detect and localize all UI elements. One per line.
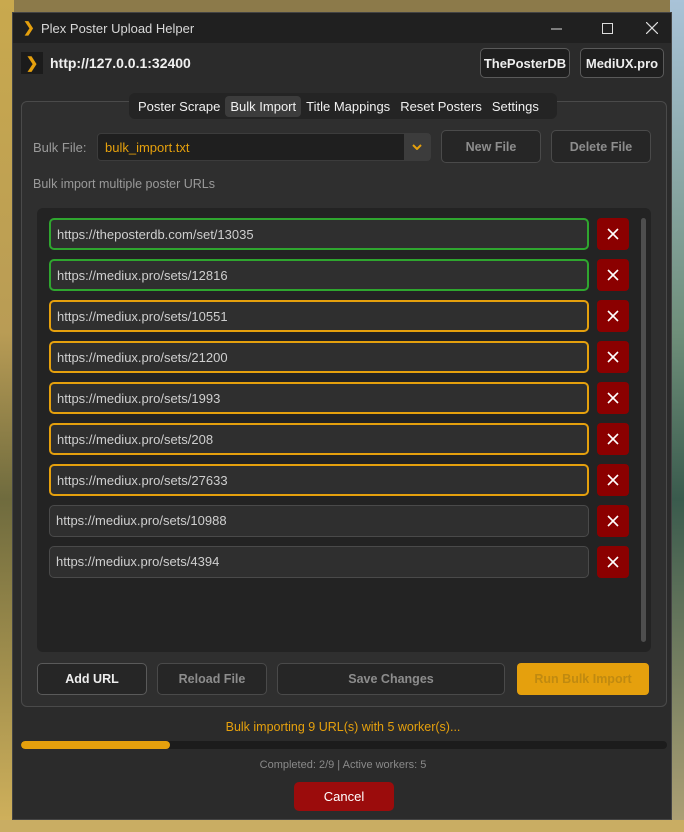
url-value: https://mediux.pro/sets/12816 <box>57 268 228 283</box>
tab-title-mappings[interactable]: Title Mappings <box>301 96 395 117</box>
url-input[interactable]: https://mediux.pro/sets/10988 <box>49 505 589 537</box>
chevron-down-icon[interactable] <box>404 134 430 160</box>
add-url-button[interactable]: Add URL <box>37 663 147 695</box>
url-value: https://mediux.pro/sets/10988 <box>56 513 227 528</box>
close-icon <box>607 556 619 568</box>
url-value: https://mediux.pro/sets/10551 <box>57 309 228 324</box>
status-message: Bulk importing 9 URL(s) with 5 worker(s)… <box>225 720 461 734</box>
close-icon[interactable] <box>629 13 671 43</box>
mediux-button[interactable]: MediUX.pro <box>580 48 664 78</box>
close-icon <box>607 351 619 363</box>
theposterdb-button[interactable]: ThePosterDB <box>480 48 570 78</box>
tab-reset-posters[interactable]: Reset Posters <box>395 96 487 117</box>
cancel-button[interactable]: Cancel <box>294 782 394 811</box>
maximize-icon[interactable] <box>584 13 630 43</box>
url-input[interactable]: https://mediux.pro/sets/208 <box>49 423 589 455</box>
url-value: https://mediux.pro/sets/21200 <box>57 350 228 365</box>
url-value: https://mediux.pro/sets/1993 <box>57 391 221 406</box>
save-changes-button[interactable]: Save Changes <box>277 663 505 695</box>
delete-url-button[interactable] <box>597 218 629 250</box>
delete-url-button[interactable] <box>597 423 629 455</box>
window-title: Plex Poster Upload Helper <box>41 21 195 36</box>
run-bulk-import-button[interactable]: Run Bulk Import <box>517 663 649 695</box>
app-logo-icon: ❯ <box>23 19 35 35</box>
url-input[interactable]: https://mediux.pro/sets/27633 <box>49 464 589 496</box>
minimize-icon[interactable] <box>533 13 579 43</box>
url-list: https://theposterdb.com/set/13035 https:/… <box>37 208 651 652</box>
app-window: ❯ Plex Poster Upload Helper ❯ http://127… <box>12 12 672 820</box>
bulk-file-selected: bulk_import.txt <box>105 140 190 155</box>
tab-settings[interactable]: Settings <box>487 96 544 117</box>
delete-url-button[interactable] <box>597 259 629 291</box>
url-input[interactable]: https://mediux.pro/sets/1993 <box>49 382 589 414</box>
delete-url-button[interactable] <box>597 546 629 578</box>
close-icon <box>607 310 619 322</box>
delete-url-button[interactable] <box>597 300 629 332</box>
bulk-file-label: Bulk File: <box>33 140 87 155</box>
url-input[interactable]: https://mediux.pro/sets/12816 <box>49 259 589 291</box>
plex-logo-icon: ❯ <box>21 52 43 74</box>
url-input[interactable]: https://theposterdb.com/set/13035 <box>49 218 589 250</box>
url-input[interactable]: https://mediux.pro/sets/10551 <box>49 300 589 332</box>
delete-url-button[interactable] <box>597 464 629 496</box>
close-icon <box>607 392 619 404</box>
delete-url-button[interactable] <box>597 382 629 414</box>
tab-poster-scrape[interactable]: Poster Scrape <box>133 96 225 117</box>
bulk-import-description: Bulk import multiple poster URLs <box>33 177 216 191</box>
scrollbar[interactable] <box>641 218 646 642</box>
tab-bulk-import[interactable]: Bulk Import <box>225 95 302 117</box>
new-file-button[interactable]: New File <box>441 130 541 163</box>
url-value: https://mediux.pro/sets/208 <box>57 432 214 447</box>
completed-status: Completed: 2/9 | Active workers: 5 <box>259 759 427 771</box>
desktop-background-bottom <box>0 820 684 832</box>
delete-url-button[interactable] <box>597 341 629 373</box>
close-icon <box>607 228 619 240</box>
url-value: https://mediux.pro/sets/4394 <box>56 554 220 569</box>
url-value: https://theposterdb.com/set/13035 <box>57 227 254 242</box>
delete-url-button[interactable] <box>597 505 629 537</box>
progress-fill <box>21 741 170 749</box>
url-input[interactable]: https://mediux.pro/sets/21200 <box>49 341 589 373</box>
bulk-file-select[interactable]: bulk_import.txt <box>97 133 431 161</box>
tab-bar: Poster Scrape Bulk Import Title Mappings… <box>129 93 557 119</box>
title-bar: ❯ Plex Poster Upload Helper <box>13 13 671 43</box>
progress-bar <box>21 741 667 749</box>
close-icon <box>607 474 619 486</box>
delete-file-button[interactable]: Delete File <box>551 130 651 163</box>
close-icon <box>607 515 619 527</box>
close-icon <box>607 433 619 445</box>
reload-file-button[interactable]: Reload File <box>157 663 267 695</box>
desktop-background-right <box>670 0 684 832</box>
close-icon <box>607 269 619 281</box>
url-value: https://mediux.pro/sets/27633 <box>57 473 228 488</box>
server-url: http://127.0.0.1:32400 <box>50 55 191 71</box>
url-input[interactable]: https://mediux.pro/sets/4394 <box>49 546 589 578</box>
